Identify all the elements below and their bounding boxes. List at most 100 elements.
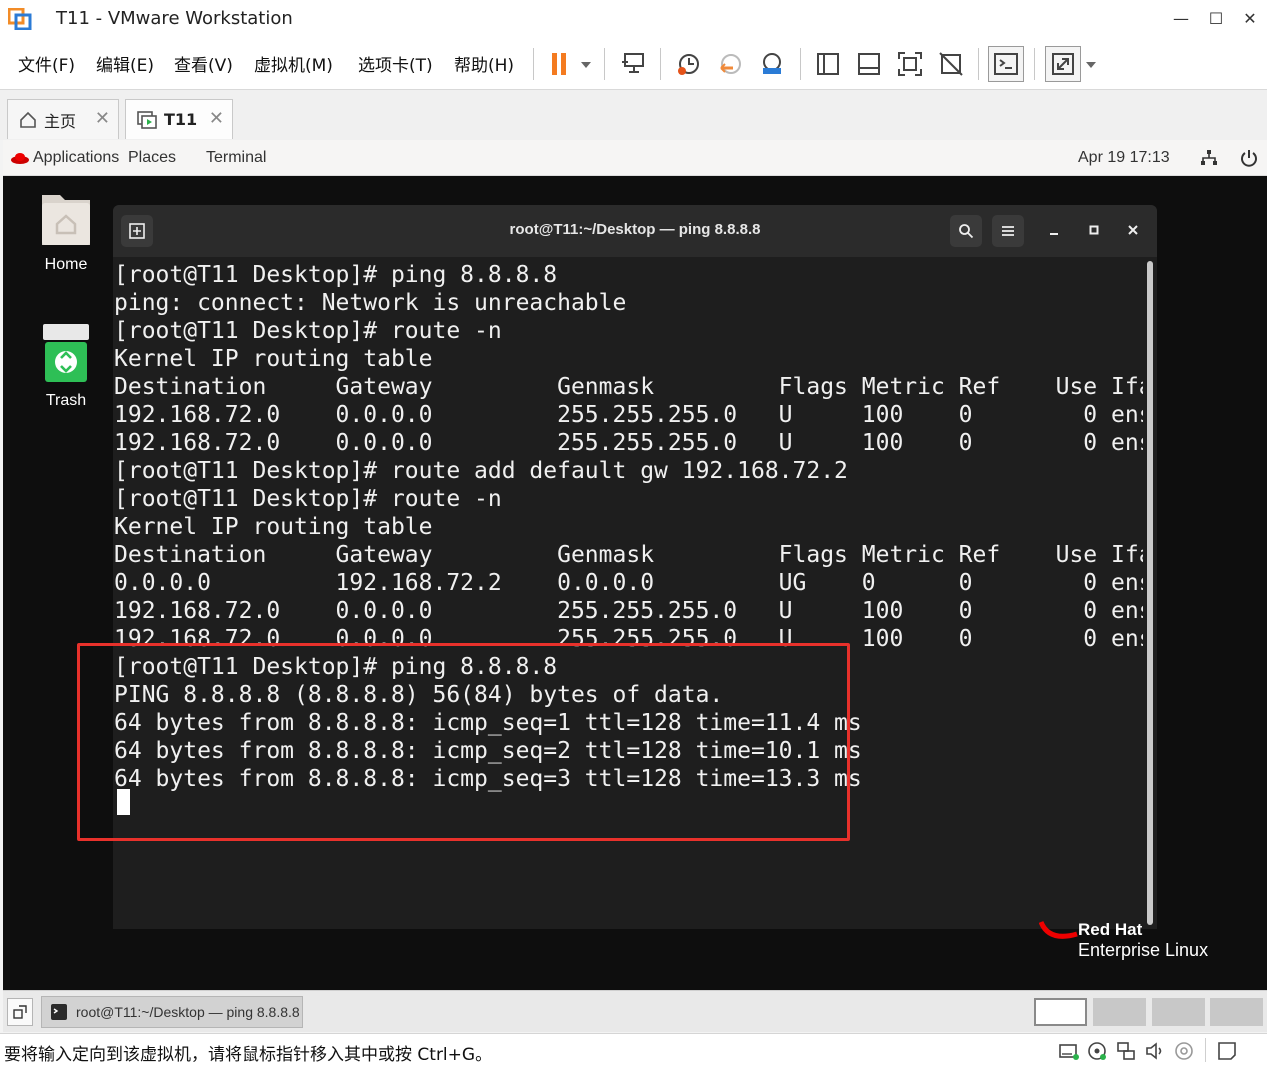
terminal-minimize-button[interactable] [1042, 219, 1066, 243]
menu-view[interactable]: 查看(V) [174, 51, 233, 76]
annotation-highlight-box [77, 643, 850, 841]
workspace-2[interactable] [1093, 998, 1146, 1026]
hamburger-menu-icon [1002, 226, 1014, 236]
cd-dvd-icon[interactable] [1086, 1040, 1108, 1062]
menu-vm[interactable]: 虚拟机(M) [254, 51, 333, 76]
terminal-line: 192.168.72.0 0.0.0.0 255.255.255.0 U 100… [114, 430, 1143, 456]
home-folder-icon[interactable] [40, 189, 92, 247]
hard-disk-icon[interactable] [1058, 1040, 1080, 1062]
terminal-line: [root@T11 Desktop]# route add default gw… [114, 458, 848, 484]
bottom-panel-icon [858, 53, 880, 75]
terminal-line: [root@T11 Desktop]# route -n [114, 318, 502, 344]
menu-file[interactable]: 文件(F) [18, 51, 75, 76]
redhat-logo-icon [1039, 920, 1078, 939]
window-title: T11 - VMware Workstation [56, 8, 293, 29]
vm-icon [137, 110, 157, 129]
gnome-window-list: root@T11:~/Desktop — ping 8.8.8.8 [3, 990, 1267, 1032]
network-icon[interactable] [1199, 148, 1219, 168]
terminal-scrollbar[interactable] [1147, 261, 1153, 925]
terminal-line: [root@T11 Desktop]# route -n [114, 486, 502, 512]
console-view-button[interactable] [988, 46, 1024, 82]
brand-line-2: Enterprise Linux [1078, 940, 1209, 960]
terminal-line: Destination Gateway Genmask Flags Metric… [114, 542, 1143, 568]
terminal-headerbar: root@T11:~/Desktop — ping 8.8.8.8 [113, 205, 1157, 257]
tab-home-label: 主页 [44, 111, 77, 131]
show-desktop-icon [13, 1005, 27, 1019]
redhat-hat-icon [11, 153, 29, 164]
pause-dropdown-caret[interactable] [581, 62, 591, 68]
usb-device-icon[interactable] [1173, 1040, 1195, 1062]
menu-edit[interactable]: 编辑(E) [96, 51, 154, 76]
tab-home[interactable]: 主页 ✕ [7, 99, 119, 139]
terminal-app-menu[interactable]: Terminal [206, 149, 266, 167]
show-library-button[interactable] [810, 46, 846, 82]
stretch-icon [1052, 53, 1074, 75]
toolbar-separator [660, 48, 661, 80]
workspace-3[interactable] [1152, 998, 1205, 1026]
tab-t11-label: T11 [164, 110, 198, 129]
home-folder-label: Home [44, 256, 88, 273]
terminal-maximize-button[interactable] [1082, 219, 1106, 243]
snapshot-manager-icon [763, 53, 781, 74]
revert-snapshot-button[interactable] [713, 46, 749, 82]
vmware-window: T11 - VMware Workstation — ☐ ✕ 文件(F) 编辑(… [0, 0, 1267, 1065]
tab-bar: 主页 ✕ T11 ✕ [0, 90, 1267, 140]
full-screen-button[interactable] [892, 46, 928, 82]
brand-line-1: Red Hat [1078, 920, 1143, 939]
menu-toolbar: 文件(F) 编辑(E) 查看(V) 虚拟机(M) 选项卡(T) 帮助(H) [0, 38, 1267, 90]
search-button[interactable] [950, 215, 982, 247]
terminal-line: [root@T11 Desktop]# ping 8.8.8.8 [114, 262, 558, 288]
workspace-4[interactable] [1210, 998, 1263, 1026]
terminal-close-button[interactable] [1121, 219, 1145, 243]
taskbar-terminal-item[interactable]: root@T11:~/Desktop — ping 8.8.8.8 [41, 996, 303, 1028]
minimize-button[interactable]: — [1166, 6, 1196, 32]
power-icon[interactable] [1239, 148, 1259, 168]
stretch-dropdown-caret[interactable] [1086, 62, 1096, 68]
console-prompt-icon [994, 53, 1018, 75]
pause-button[interactable] [541, 46, 577, 82]
applications-menu[interactable]: Applications [33, 149, 119, 167]
close-icon[interactable]: ✕ [209, 108, 224, 129]
message-log-icon[interactable] [1216, 1040, 1238, 1062]
menu-tabs[interactable]: 选项卡(T) [358, 51, 433, 76]
clock[interactable]: Apr 19 17:13 [1078, 149, 1170, 167]
sidebar-layout-icon [817, 53, 839, 75]
hamburger-menu-button[interactable] [992, 215, 1024, 247]
send-ctrl-alt-del-button[interactable] [616, 46, 652, 82]
network-adapter-icon[interactable] [1115, 1040, 1137, 1062]
thumbnail-bar-button[interactable] [851, 46, 887, 82]
status-message: 要将输入定向到该虚拟机，请将鼠标指针移入其中或按 Ctrl+G。 [4, 1045, 493, 1065]
snapshot-clock-icon [678, 54, 699, 75]
terminal-line: 0.0.0.0 192.168.72.2 0.0.0.0 UG 0 0 0 en… [114, 570, 1143, 596]
show-desktop-button[interactable] [7, 998, 33, 1026]
maximize-icon [1089, 225, 1099, 235]
menu-help[interactable]: 帮助(H) [454, 51, 514, 76]
close-button[interactable]: ✕ [1235, 6, 1265, 32]
snapshot-button[interactable] [671, 46, 707, 82]
snapshot-manager-button[interactable] [754, 46, 790, 82]
maximize-button[interactable]: ☐ [1201, 6, 1231, 32]
stretch-guest-button[interactable] [1045, 46, 1081, 82]
sound-icon[interactable] [1144, 1040, 1166, 1062]
gnome-top-bar: Applications Places Terminal Apr 19 17:1… [3, 140, 1267, 176]
trash-icon[interactable] [41, 322, 91, 384]
close-icon [1128, 225, 1138, 235]
unity-button[interactable] [933, 46, 969, 82]
terminal-line: Destination Gateway Genmask Flags Metric… [114, 374, 1143, 400]
places-menu[interactable]: Places [128, 149, 176, 167]
keyboard-send-icon [622, 53, 644, 73]
search-icon [959, 224, 974, 239]
terminal-line: 192.168.72.0 0.0.0.0 255.255.255.0 U 100… [114, 598, 1143, 624]
terminal-icon [51, 1004, 67, 1020]
workspace-1[interactable] [1034, 998, 1087, 1026]
close-icon[interactable]: ✕ [95, 108, 110, 129]
fullscreen-icon [898, 52, 922, 76]
trash-label: Trash [45, 392, 87, 409]
taskbar-item-label: root@T11:~/Desktop — ping 8.8.8.8 [76, 1004, 300, 1020]
gnome-desktop: Home Trash root@T11:~/Desktop — ping 8.8… [3, 176, 1267, 990]
toolbar-separator [1034, 48, 1035, 80]
status-bar: 要将输入定向到该虚拟机，请将鼠标指针移入其中或按 Ctrl+G。 [0, 1033, 1267, 1065]
terminal-line: Kernel IP routing table [114, 514, 433, 540]
terminal-line: ping: connect: Network is unreachable [114, 290, 627, 316]
tab-t11[interactable]: T11 ✕ [125, 99, 233, 139]
